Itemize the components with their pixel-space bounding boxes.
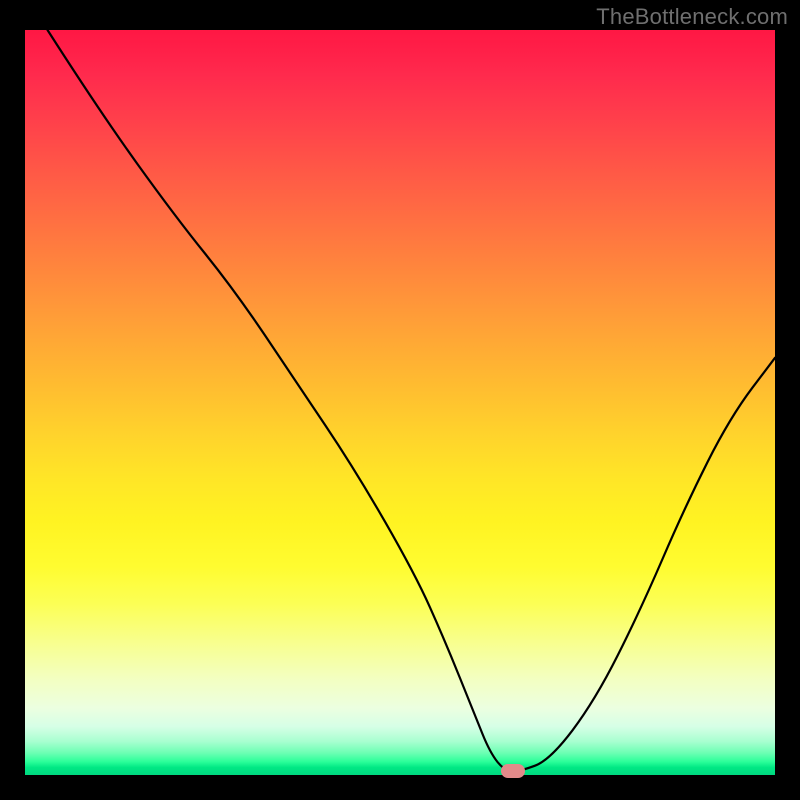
plot-area: [25, 30, 775, 775]
optimum-marker: [501, 764, 525, 778]
chart-frame: TheBottleneck.com: [0, 0, 800, 800]
bottleneck-curve: [25, 30, 775, 775]
watermark-text: TheBottleneck.com: [596, 4, 788, 30]
